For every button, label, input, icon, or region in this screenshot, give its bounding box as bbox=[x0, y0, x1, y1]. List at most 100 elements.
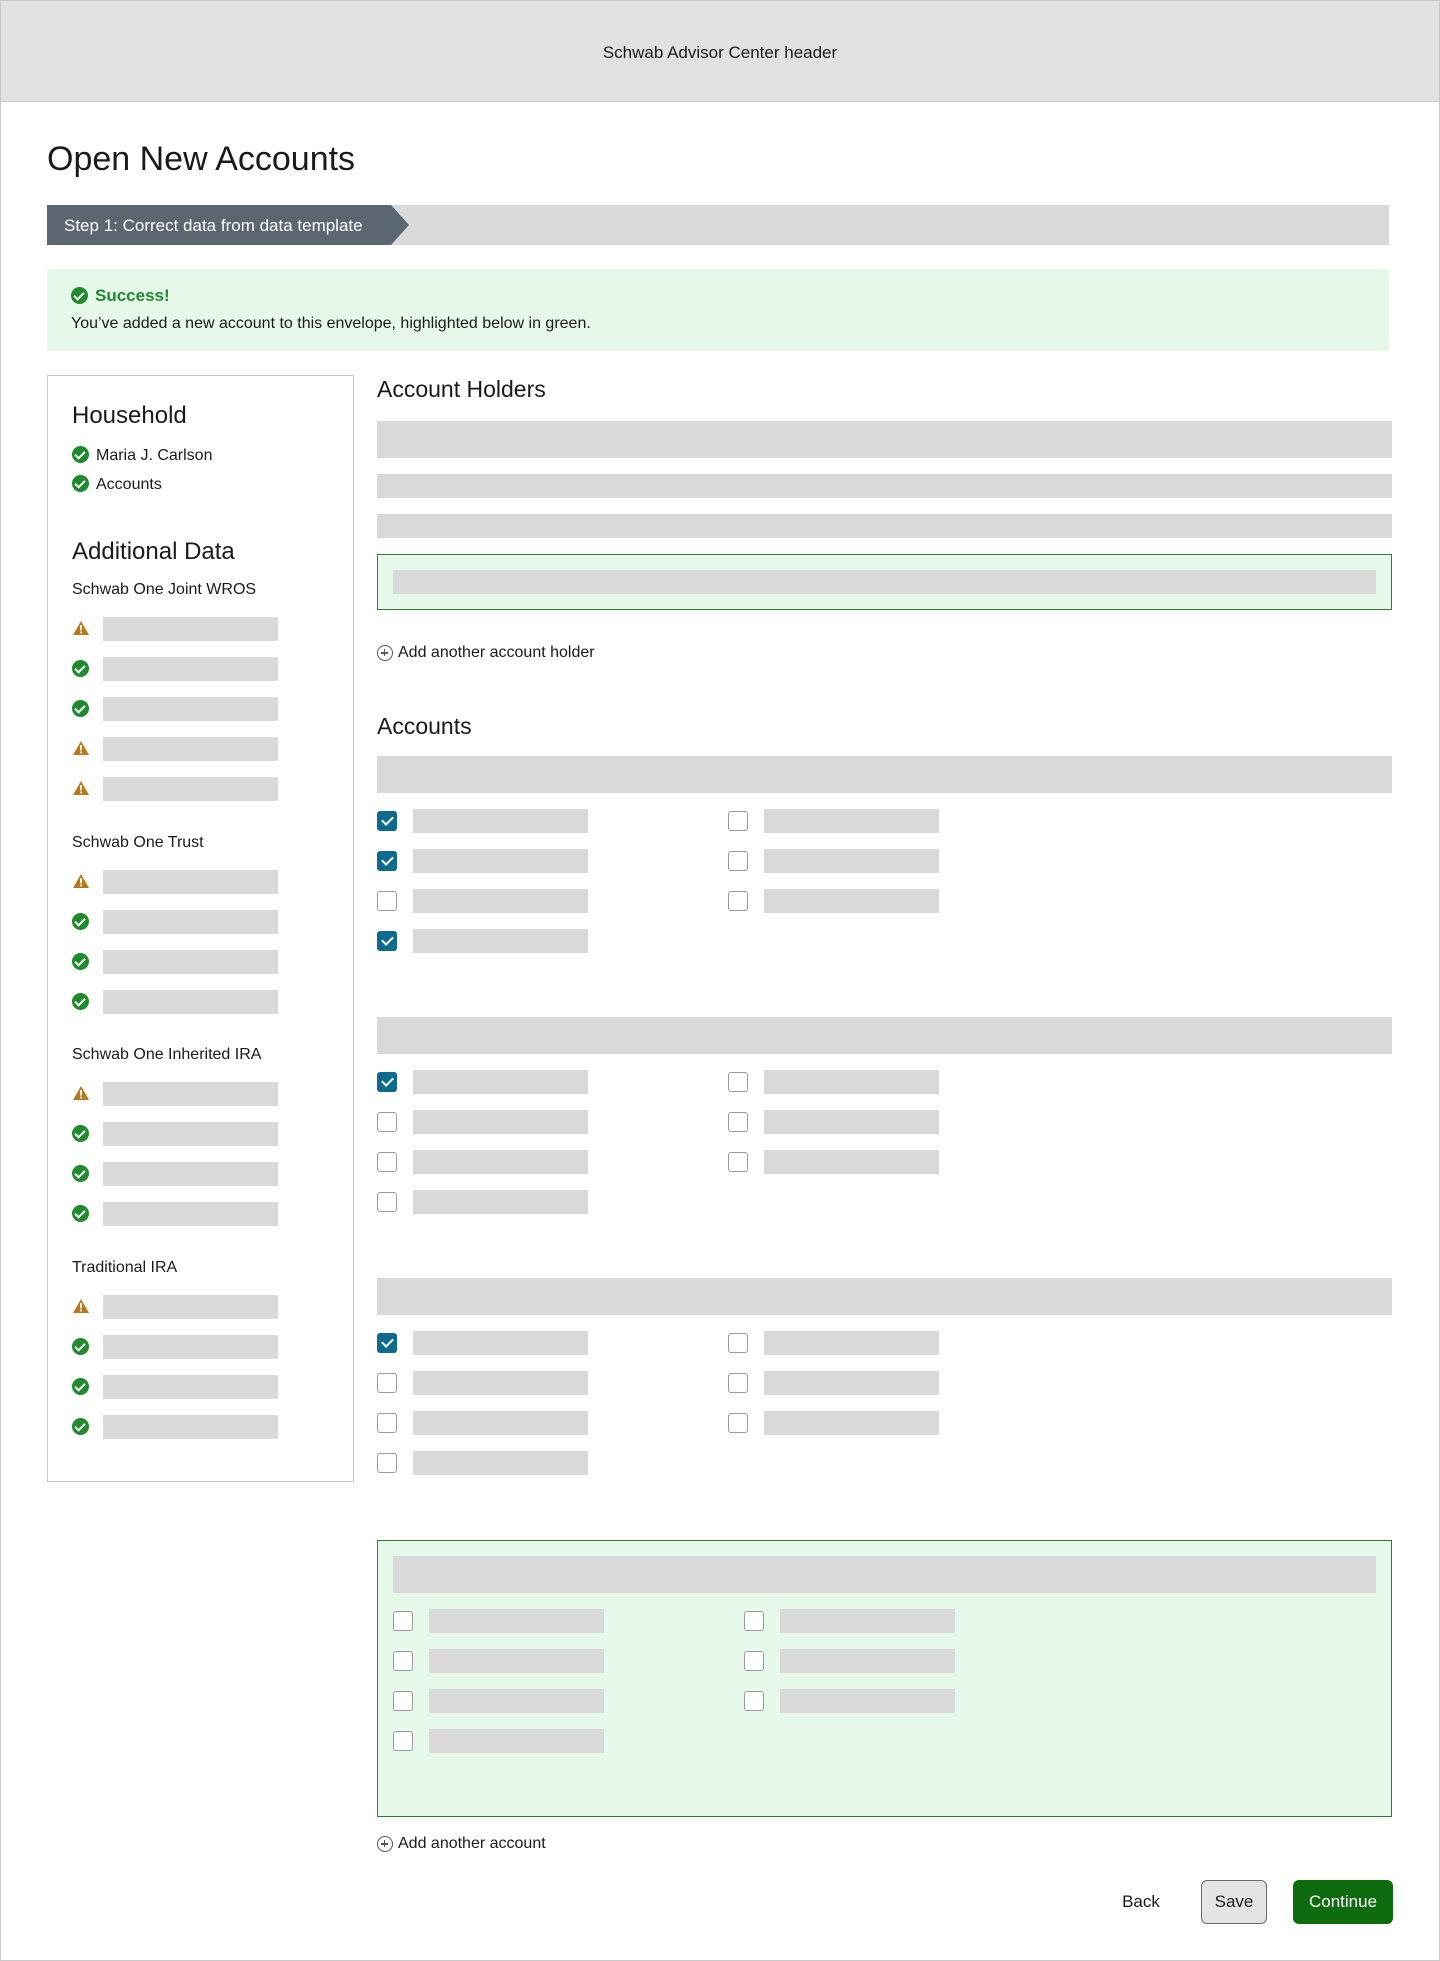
sidebar-item-maria-carlson[interactable]: Maria J. Carlson bbox=[72, 446, 212, 466]
check-circle-icon bbox=[72, 475, 89, 492]
checkbox-unchecked[interactable] bbox=[744, 1651, 764, 1671]
additional-data-item[interactable] bbox=[72, 657, 282, 681]
account-holder-row[interactable] bbox=[377, 474, 1392, 498]
checkbox-checked[interactable] bbox=[377, 811, 397, 831]
checkbox-unchecked[interactable] bbox=[744, 1611, 764, 1631]
additional-data-item[interactable] bbox=[72, 870, 282, 894]
additional-data-item[interactable] bbox=[72, 910, 282, 934]
sidebar-panel: Household Maria J. Carlson Accounts Addi… bbox=[47, 375, 354, 1482]
placeholder-bar bbox=[103, 777, 278, 801]
placeholder-bar bbox=[103, 737, 278, 761]
checkbox-label-placeholder bbox=[413, 849, 588, 873]
checkbox-unchecked[interactable] bbox=[728, 1152, 748, 1172]
additional-data-item[interactable] bbox=[72, 950, 282, 974]
placeholder-bar bbox=[103, 697, 278, 721]
stepper-current-step: Step 1: Correct data from data template bbox=[47, 205, 409, 245]
checkbox-unchecked[interactable] bbox=[728, 1072, 748, 1092]
sidebar-item-label: Maria J. Carlson bbox=[96, 447, 213, 464]
placeholder-bar bbox=[103, 1335, 278, 1359]
check-circle-icon bbox=[72, 1378, 89, 1395]
add-account-label: Add another account bbox=[398, 1835, 546, 1852]
check-circle-icon bbox=[72, 446, 89, 463]
checkbox-label-placeholder bbox=[764, 1411, 939, 1435]
account-block-header[interactable] bbox=[377, 1017, 1392, 1054]
accounts-heading: Accounts bbox=[377, 713, 472, 739]
checkbox-unchecked[interactable] bbox=[728, 1112, 748, 1132]
additional-data-group-title: Schwab One Trust bbox=[72, 834, 204, 851]
checkbox-unchecked[interactable] bbox=[377, 1453, 397, 1473]
additional-data-item[interactable] bbox=[72, 990, 282, 1014]
checkbox-unchecked[interactable] bbox=[728, 851, 748, 871]
additional-data-item[interactable] bbox=[72, 1162, 282, 1186]
additional-data-item[interactable] bbox=[72, 1122, 282, 1146]
additional-data-item[interactable] bbox=[72, 1415, 282, 1439]
checkbox-checked[interactable] bbox=[377, 851, 397, 871]
check-circle-icon bbox=[72, 1205, 89, 1222]
account-block-header[interactable] bbox=[377, 1278, 1392, 1315]
success-alert: Success! You’ve added a new account to t… bbox=[47, 269, 1389, 351]
additional-data-item[interactable] bbox=[72, 697, 282, 721]
additional-data-item[interactable] bbox=[72, 777, 282, 801]
checkbox-unchecked[interactable] bbox=[393, 1691, 413, 1711]
checkbox-label-placeholder bbox=[764, 889, 939, 913]
checkbox-unchecked[interactable] bbox=[728, 891, 748, 911]
additional-data-item[interactable] bbox=[72, 1335, 282, 1359]
checkbox-unchecked[interactable] bbox=[744, 1691, 764, 1711]
checkbox-label-placeholder bbox=[764, 809, 939, 833]
sidebar-item-accounts[interactable]: Accounts bbox=[72, 475, 162, 495]
checkbox-unchecked[interactable] bbox=[393, 1611, 413, 1631]
placeholder-bar bbox=[103, 990, 278, 1014]
checkbox-unchecked[interactable] bbox=[728, 811, 748, 831]
account-holder-row[interactable] bbox=[377, 514, 1392, 538]
account-block-header[interactable] bbox=[377, 756, 1392, 793]
checkbox-checked[interactable] bbox=[377, 1333, 397, 1353]
additional-data-item[interactable] bbox=[72, 617, 282, 641]
check-circle-icon bbox=[72, 1418, 89, 1435]
checkbox-unchecked[interactable] bbox=[728, 1333, 748, 1353]
warning-icon bbox=[72, 1085, 90, 1101]
checkbox-label-placeholder bbox=[764, 1371, 939, 1395]
account-holder-row[interactable] bbox=[393, 570, 1376, 594]
back-button[interactable]: Back bbox=[1110, 1880, 1172, 1924]
checkbox-unchecked[interactable] bbox=[393, 1731, 413, 1751]
success-alert-message: You’ve added a new account to this envel… bbox=[71, 315, 591, 332]
additional-data-item[interactable] bbox=[72, 1295, 282, 1319]
checkbox-checked[interactable] bbox=[377, 1072, 397, 1092]
new-account-holder-highlight bbox=[377, 554, 1392, 610]
checkbox-unchecked[interactable] bbox=[728, 1413, 748, 1433]
additional-data-item[interactable] bbox=[72, 1202, 282, 1226]
check-circle-icon bbox=[72, 913, 89, 930]
placeholder-bar bbox=[103, 1202, 278, 1226]
checkbox-checked[interactable] bbox=[377, 931, 397, 951]
account-holder-row[interactable] bbox=[377, 421, 1392, 458]
placeholder-bar bbox=[103, 910, 278, 934]
placeholder-bar bbox=[103, 950, 278, 974]
checkbox-label-placeholder bbox=[413, 1070, 588, 1094]
account-block-header[interactable] bbox=[393, 1556, 1376, 1593]
plus-circle-icon bbox=[377, 645, 393, 661]
save-button[interactable]: Save bbox=[1201, 1880, 1267, 1924]
placeholder-bar bbox=[103, 1122, 278, 1146]
continue-button[interactable]: Continue bbox=[1293, 1880, 1393, 1924]
checkbox-unchecked[interactable] bbox=[377, 1192, 397, 1212]
checkbox-unchecked[interactable] bbox=[377, 891, 397, 911]
check-circle-icon bbox=[72, 1338, 89, 1355]
additional-data-item[interactable] bbox=[72, 737, 282, 761]
checkbox-unchecked[interactable] bbox=[377, 1112, 397, 1132]
checkbox-label-placeholder bbox=[780, 1609, 955, 1633]
checkbox-label-placeholder bbox=[413, 1451, 588, 1475]
additional-data-item[interactable] bbox=[72, 1375, 282, 1399]
checkbox-label-placeholder bbox=[413, 1110, 588, 1134]
checkbox-unchecked[interactable] bbox=[377, 1152, 397, 1172]
checkbox-label-placeholder bbox=[764, 1331, 939, 1355]
checkbox-unchecked[interactable] bbox=[728, 1373, 748, 1393]
additional-data-item[interactable] bbox=[72, 1082, 282, 1106]
checkbox-unchecked[interactable] bbox=[393, 1651, 413, 1671]
check-circle-icon bbox=[72, 953, 89, 970]
checkbox-unchecked[interactable] bbox=[377, 1413, 397, 1433]
checkbox-unchecked[interactable] bbox=[377, 1373, 397, 1393]
add-account-holder-label: Add another account holder bbox=[398, 644, 595, 661]
placeholder-bar bbox=[103, 1082, 278, 1106]
checkbox-label-placeholder bbox=[764, 1070, 939, 1094]
app-header: Schwab Advisor Center header bbox=[1, 1, 1439, 102]
